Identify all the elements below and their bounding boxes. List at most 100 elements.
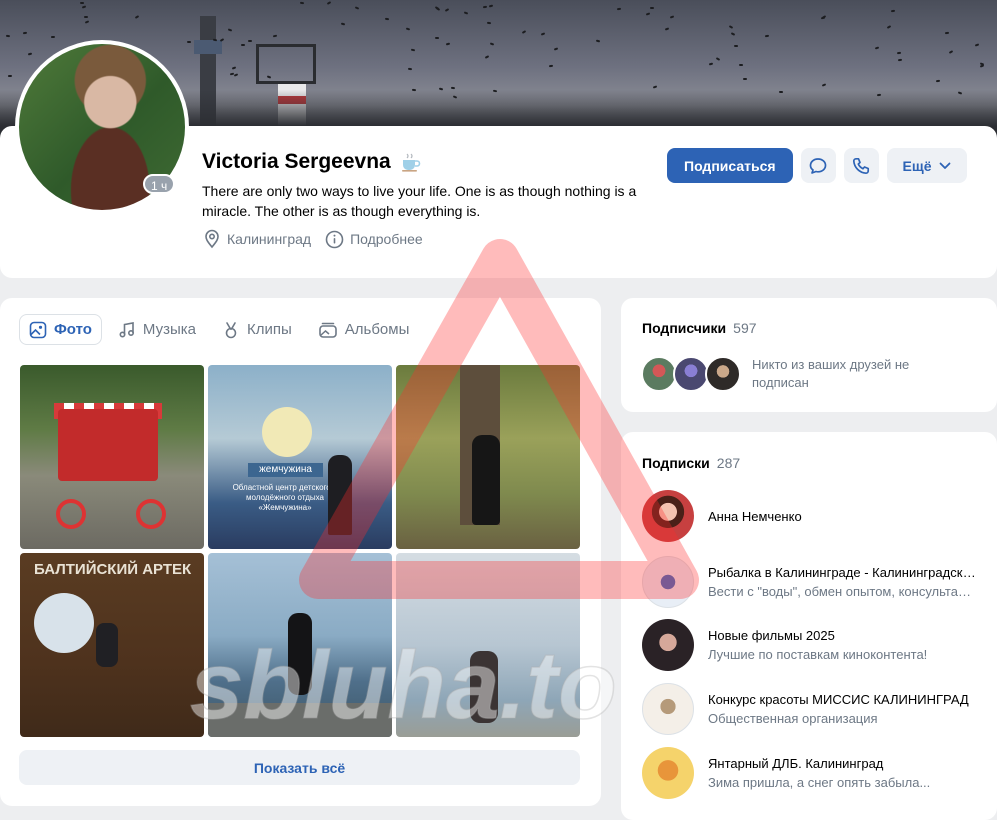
call-button[interactable] xyxy=(843,148,879,183)
cover-bird xyxy=(890,9,896,13)
photo-sun xyxy=(262,407,312,457)
more-button-label: Ещё xyxy=(902,157,932,174)
cover-bird xyxy=(186,40,192,44)
list-item-name: Рыбалка в Калининграде - Калининградская… xyxy=(708,565,976,580)
cover-bird xyxy=(83,15,89,19)
cover-bird xyxy=(645,12,651,16)
cover-bird xyxy=(669,15,675,19)
tab-photos[interactable]: Фото xyxy=(19,314,102,345)
cover-bird xyxy=(79,1,85,5)
cover-bird xyxy=(738,63,744,67)
tab-clips[interactable]: Клипы xyxy=(212,314,302,345)
photo-thumbnail[interactable] xyxy=(208,553,392,737)
profile-details-label: Подробнее xyxy=(350,231,423,247)
cover-bird xyxy=(410,48,416,52)
cover-bird xyxy=(489,42,495,46)
more-button[interactable]: Ещё xyxy=(886,148,968,183)
cover-bird xyxy=(715,57,721,61)
cover-bird xyxy=(219,38,225,42)
info-icon xyxy=(325,230,344,248)
cover-bird xyxy=(897,58,903,62)
photo-thumbnail[interactable] xyxy=(396,553,580,737)
profile-details-link[interactable]: Подробнее xyxy=(325,230,423,249)
photo-sign: жемчужина xyxy=(248,463,323,477)
cover-bird xyxy=(730,32,736,36)
subscriptions-card: Подписки 287 Анна Немченко Рыбалка в Кал… xyxy=(621,432,997,820)
profile-actions: Подписаться Ещё xyxy=(667,148,968,183)
cover-bird xyxy=(84,20,90,24)
tab-albums[interactable]: Альбомы xyxy=(308,314,420,345)
cover-bird xyxy=(22,31,28,35)
cover-bird xyxy=(553,47,559,51)
cover-bird xyxy=(649,6,655,10)
cover-bird xyxy=(354,6,360,10)
cover-bird xyxy=(434,36,440,40)
followers-card[interactable]: Подписчики 597 Никто из ваших друзей не … xyxy=(621,298,997,412)
avatar xyxy=(673,356,709,392)
photo-thumbnail[interactable]: БАЛТИЙСКИЙ АРТЕК xyxy=(20,553,204,737)
followers-count: 597 xyxy=(733,320,757,336)
cover-bird xyxy=(896,51,902,55)
cover-bird xyxy=(463,11,469,15)
list-item[interactable]: Новые фильмы 2025 Лучшие по поставкам ки… xyxy=(642,619,982,671)
photo-logo xyxy=(34,593,94,653)
tab-photos-label: Фото xyxy=(54,321,92,338)
list-item-desc: Общественная организация xyxy=(708,711,878,726)
list-item[interactable]: Конкурс красоты МИССИС КАЛИНИНГРАД Общес… xyxy=(642,683,982,735)
cover-bird xyxy=(299,1,305,5)
show-all-button[interactable]: Показать всё xyxy=(19,750,580,785)
list-item-text: Новые фильмы 2025 Лучшие по поставкам ки… xyxy=(708,628,976,662)
cover-bird xyxy=(540,32,546,36)
list-item[interactable]: Анна Немченко xyxy=(642,490,982,542)
profile-city[interactable]: Калининград xyxy=(203,229,311,249)
subscriptions-header[interactable]: Подписки 287 xyxy=(642,455,740,471)
list-item[interactable]: Рыбалка в Калининграде - Калининградская… xyxy=(642,556,982,608)
photo-cart-wheel xyxy=(56,499,86,529)
list-item-text: Конкурс красоты МИССИС КАЛИНИНГРАД Общес… xyxy=(708,692,976,726)
cover-bird xyxy=(616,7,622,11)
cover-bird xyxy=(241,44,245,46)
followers-avatars xyxy=(641,356,741,392)
cover-bird xyxy=(231,66,237,70)
photo-thumbnail[interactable]: жемчужина Областной центр детского и мол… xyxy=(208,365,392,549)
cover-bird xyxy=(81,5,87,9)
cover-bird xyxy=(5,34,11,38)
cover-bird xyxy=(486,21,492,25)
photo-person xyxy=(470,651,498,723)
photo-thumbnail[interactable] xyxy=(20,365,204,549)
subscribe-button[interactable]: Подписаться xyxy=(667,148,793,183)
tab-music[interactable]: Музыка xyxy=(108,314,206,345)
photo-thumbnail[interactable] xyxy=(396,365,580,549)
cover-lighthouse-frame xyxy=(256,44,316,84)
cover-bird xyxy=(482,5,488,9)
photo-rocks xyxy=(208,703,392,737)
photo-person xyxy=(328,455,352,535)
photo-icon xyxy=(29,321,47,338)
cover-bird xyxy=(733,44,739,48)
media-card: Фото Музыка Клипы Альбомы жемчужина Обла… xyxy=(0,298,601,806)
albums-icon xyxy=(318,322,337,338)
avatar xyxy=(641,356,677,392)
cover-bird xyxy=(944,31,950,35)
list-item[interactable]: Янтарный ДЛБ. Калининград Зима пришла, а… xyxy=(642,747,982,799)
avatar xyxy=(642,556,694,608)
location-pin-icon xyxy=(205,229,219,249)
cover-bird xyxy=(778,90,784,94)
avatar xyxy=(705,356,741,392)
cover-bird xyxy=(50,35,56,39)
avatar xyxy=(642,683,694,735)
list-item-name: Конкурс красоты МИССИС КАЛИНИНГРАД xyxy=(708,692,969,707)
cover-bird xyxy=(764,34,770,38)
cover-bird xyxy=(445,42,451,46)
cover-bird xyxy=(488,4,494,8)
cover-bird xyxy=(326,1,332,5)
message-button[interactable] xyxy=(800,148,836,183)
cover-tower-top xyxy=(194,40,222,54)
message-icon xyxy=(809,157,827,174)
avatar xyxy=(642,490,694,542)
subscriptions-count: 287 xyxy=(716,455,741,471)
cover-bird xyxy=(652,85,658,89)
followers-header: Подписчики 597 xyxy=(642,320,757,336)
list-item-name: Анна Немченко xyxy=(708,508,802,524)
cover-bird xyxy=(728,25,734,29)
